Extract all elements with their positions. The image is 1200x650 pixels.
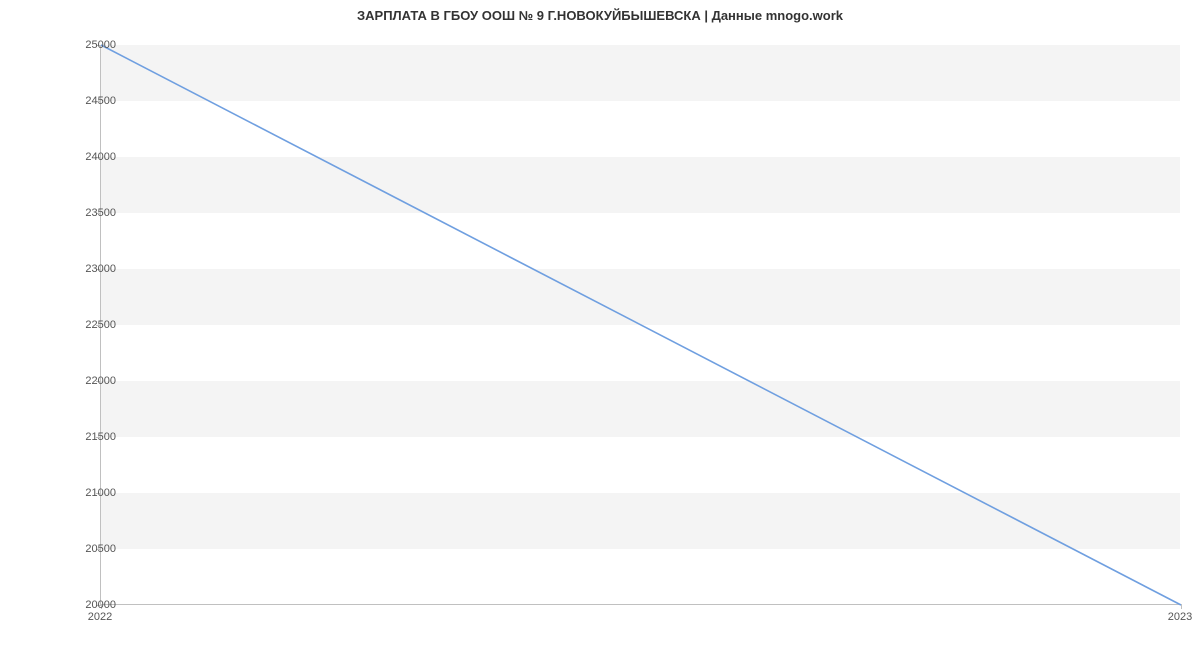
y-tick-label: 20500 bbox=[56, 543, 116, 555]
x-tick-label: 2023 bbox=[1168, 611, 1192, 623]
data-line bbox=[101, 45, 1181, 605]
y-tick-label: 25000 bbox=[56, 39, 116, 51]
y-tick-label: 23500 bbox=[56, 207, 116, 219]
y-tick-label: 20000 bbox=[56, 599, 116, 611]
x-tick-mark bbox=[1181, 604, 1182, 609]
chart-container: ЗАРПЛАТА В ГБОУ ООШ № 9 Г.НОВОКУЙБЫШЕВСК… bbox=[0, 0, 1200, 650]
line-layer bbox=[101, 45, 1180, 604]
x-tick-label: 2022 bbox=[88, 611, 112, 623]
y-tick-label: 22000 bbox=[56, 375, 116, 387]
y-tick-label: 24000 bbox=[56, 151, 116, 163]
plot-area bbox=[100, 45, 1180, 605]
y-tick-label: 24500 bbox=[56, 95, 116, 107]
y-tick-label: 23000 bbox=[56, 263, 116, 275]
y-tick-label: 21000 bbox=[56, 487, 116, 499]
y-tick-label: 21500 bbox=[56, 431, 116, 443]
y-tick-label: 22500 bbox=[56, 319, 116, 331]
chart-title: ЗАРПЛАТА В ГБОУ ООШ № 9 Г.НОВОКУЙБЫШЕВСК… bbox=[0, 8, 1200, 23]
